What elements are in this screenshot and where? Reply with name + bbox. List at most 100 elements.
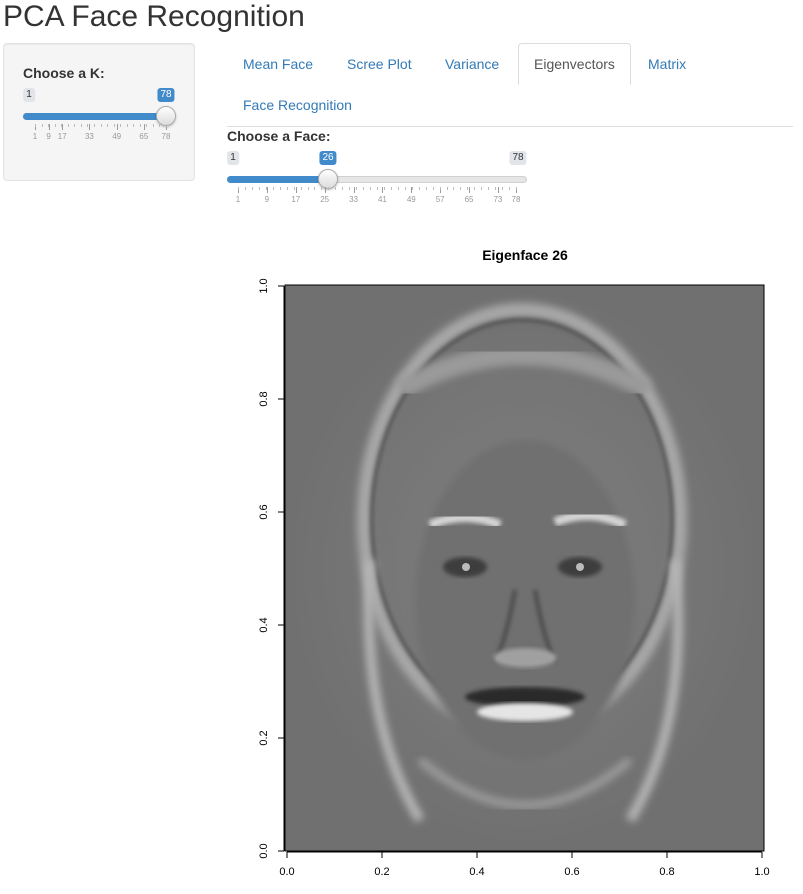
slider-minor-tick — [488, 187, 490, 190]
slider-tick — [295, 187, 297, 193]
face-slider-fill — [227, 176, 328, 183]
slider-minor-tick — [238, 187, 239, 190]
slider-minor-tick — [80, 124, 82, 127]
slider-minor-tick — [67, 124, 69, 127]
slider-minor-tick — [328, 187, 330, 190]
slider-tick — [324, 187, 326, 193]
tab-bar: Mean Face Scree Plot Variance Eigenvecto… — [227, 43, 793, 127]
slider-minor-tick — [279, 187, 281, 190]
slider-minor-tick — [107, 124, 109, 127]
tab-matrix[interactable]: Matrix — [632, 43, 702, 85]
slider-minor-tick — [35, 124, 36, 127]
slider-tick — [497, 187, 499, 193]
slider-tick-label: 33 — [349, 195, 358, 204]
k-slider-handle[interactable] — [156, 106, 176, 126]
slider-tick — [89, 124, 91, 130]
slider-minor-tick — [93, 124, 95, 127]
page-title: PCA Face Recognition — [3, 0, 305, 33]
slider-minor-tick — [342, 187, 344, 190]
slider-tick-label: 65 — [139, 132, 149, 141]
x-axis — [286, 851, 763, 858]
slider-minor-tick — [397, 187, 399, 190]
slider-tick-label: 33 — [84, 132, 94, 141]
slider-tick-label: 41 — [377, 195, 387, 204]
y-tick-label: 0.0 — [258, 843, 270, 859]
slider-minor-tick — [166, 124, 167, 127]
slider-tick-label: 17 — [57, 132, 67, 141]
tab-mean-face[interactable]: Mean Face — [227, 43, 329, 85]
tab-eigenvectors[interactable]: Eigenvectors — [518, 43, 631, 85]
slider-tick — [266, 187, 268, 193]
k-slider-min-badge: 1 — [23, 88, 35, 102]
slider-minor-tick — [87, 124, 89, 127]
slider-tick-label: 9 — [46, 132, 51, 141]
slider-tick-label: 65 — [464, 195, 474, 204]
slider-minor-tick — [286, 187, 288, 190]
slider-minor-tick — [61, 124, 63, 127]
slider-tick-label: 78 — [161, 132, 171, 141]
slider-minor-tick — [418, 187, 420, 190]
y-tick-label: 0.2 — [258, 730, 270, 746]
slider-tick-label: 49 — [406, 195, 416, 204]
slider-minor-tick — [411, 187, 413, 190]
x-tick-label: 0.8 — [659, 866, 675, 878]
slider-minor-tick — [516, 187, 517, 190]
x-tick-label: 0.6 — [564, 866, 580, 878]
slider-minor-tick — [467, 187, 469, 190]
slider-minor-tick — [258, 187, 260, 190]
slider-minor-tick — [74, 124, 76, 127]
x-tick-label: 0.4 — [469, 866, 485, 878]
face-slider-handle[interactable] — [318, 169, 338, 189]
y-tick-label: 0.4 — [258, 617, 270, 633]
slider-minor-tick — [120, 124, 122, 127]
slider-minor-tick — [453, 187, 455, 190]
tab-face-recognition[interactable]: Face Recognition — [227, 84, 368, 126]
slider-minor-tick — [54, 124, 56, 127]
slider-tick — [469, 187, 471, 193]
slider-minor-tick — [335, 187, 337, 190]
slider-minor-tick — [293, 187, 295, 190]
slider-minor-tick — [126, 124, 128, 127]
slider-minor-tick — [251, 187, 253, 190]
slider-minor-tick — [307, 187, 309, 190]
y-axis — [278, 285, 285, 852]
slider-minor-tick — [502, 187, 504, 190]
slider-minor-tick — [152, 124, 154, 127]
slider-minor-tick — [113, 124, 115, 127]
face-slider-label: Choose a Face: — [227, 128, 331, 144]
slider-minor-tick — [446, 187, 448, 190]
slider-minor-tick — [300, 187, 302, 190]
slider-tick-label: 78 — [511, 195, 521, 204]
slider-tick-label: 17 — [291, 195, 301, 204]
x-tick-label: 0.0 — [279, 866, 295, 878]
slider-minor-tick — [390, 187, 392, 190]
slider-tick-label: 9 — [264, 195, 270, 204]
slider-minor-tick — [146, 124, 148, 127]
slider-minor-tick — [100, 124, 102, 127]
slider-minor-tick — [439, 187, 441, 190]
x-tick-label: 1.0 — [754, 866, 770, 878]
slider-tick-label: 49 — [112, 132, 122, 141]
k-slider-label: Choose a K: — [23, 65, 105, 81]
slider-tick-label: 1 — [32, 132, 38, 141]
tab-variance[interactable]: Variance — [429, 43, 515, 85]
slider-minor-tick — [321, 187, 323, 190]
slider-minor-tick — [272, 187, 274, 190]
slider-minor-tick — [481, 187, 483, 190]
k-slider-fill — [23, 113, 166, 120]
face-slider-value-badge: 26 — [319, 151, 337, 165]
tab-scree-plot[interactable]: Scree Plot — [331, 43, 428, 85]
y-tick-label: 0.8 — [258, 391, 270, 407]
k-slider-value-badge: 78 — [157, 88, 175, 102]
slider-minor-tick — [460, 187, 462, 190]
slider-minor-tick — [404, 187, 406, 190]
slider-minor-tick — [377, 187, 378, 190]
slider-minor-tick — [495, 187, 497, 190]
slider-tick-label: 57 — [435, 195, 445, 204]
slider-minor-tick — [509, 187, 511, 190]
slider-minor-tick — [265, 187, 267, 190]
slider-minor-tick — [314, 187, 316, 190]
x-tick-label: 0.2 — [374, 866, 390, 878]
plot-title: Eigenface 26 — [482, 247, 568, 263]
slider-minor-tick — [432, 187, 434, 190]
